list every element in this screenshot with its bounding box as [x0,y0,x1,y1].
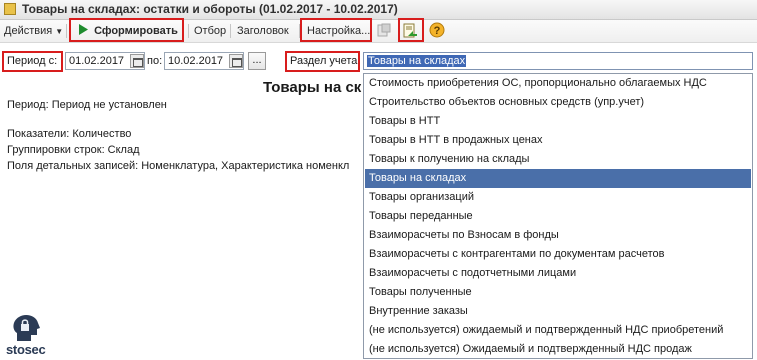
stosec-logo: stosec [4,313,50,360]
dropdown-item[interactable]: Взаиморасчеты с подотчетными лицами [365,264,751,283]
filter-button[interactable]: Отбор [194,22,226,40]
toolbar-separator [230,24,231,38]
toolbar-separator [66,24,67,38]
dropdown-item[interactable]: Товары в НТТ в продажных ценах [365,131,751,150]
dropdown-arrow-icon: ▼ [55,27,64,36]
window-titlebar: Товары на складах: остатки и обороты (01… [0,0,757,20]
date-from-value: 01.02.2017 [69,55,125,67]
report-period-line: Период: Период не установлен [7,99,167,111]
actions-menu-label: Действия [4,25,53,37]
dropdown-item[interactable]: Строительство объектов основных средств … [365,93,751,112]
dropdown-item[interactable]: (не используется) ожидаемый и подтвержде… [365,321,751,340]
highlight-section-label [285,51,360,72]
calendar-icon[interactable] [130,54,144,68]
highlight-generate [69,18,184,42]
dropdown-item[interactable]: Взаиморасчеты по Взносам в фонды [365,226,751,245]
toolbar-separator [188,24,189,38]
calendar-icon[interactable] [229,54,243,68]
report-window-icon [4,3,16,15]
report-title: Товары на ск [263,79,362,96]
date-to-value: 10.02.2017 [168,55,224,67]
actions-menu[interactable]: Действия ▼ [4,22,63,40]
head-lock-icon [13,315,40,341]
section-select[interactable]: Товары на складах [363,52,753,70]
report-area: Товары на ск Период: Период не установле… [0,77,362,360]
highlight-restore [398,18,424,42]
save-settings-icon[interactable] [377,23,391,41]
highlight-period-label [2,51,63,72]
dropdown-item[interactable]: Товары полученные [365,283,751,302]
dropdown-item[interactable]: Товары к получению на склады [365,150,751,169]
section-select-value: Товары на складах [367,55,467,67]
dropdown-item[interactable]: (не используется) Ожидаемый и подтвержде… [365,340,751,358]
dropdown-item[interactable]: Товары в НТТ [365,112,751,131]
dropdown-item[interactable]: Взаиморасчеты с контрагентами по докумен… [365,245,751,264]
period-select-button[interactable]: ... [248,52,266,70]
dropdown-item[interactable]: Стоимость приобретения ОС, пропорциональ… [365,74,751,93]
dropdown-item[interactable]: Товары организаций [365,188,751,207]
logo-text: stosec [6,342,46,357]
dropdown-item[interactable]: Товары переданные [365,207,751,226]
report-grouping-line: Группировки строк: Склад [7,144,140,156]
report-detail-line: Поля детальных записей: Номенклатура, Ха… [7,160,350,172]
report-parameters: Период с: 01.02.2017 по: 10.02.2017 ... … [0,47,757,73]
report-indicators-line: Показатели: Количество [7,128,132,140]
window-title: Товары на складах: остатки и обороты (01… [22,2,398,16]
dropdown-item-selected[interactable]: Товары на складах [365,169,751,188]
dropdown-item[interactable]: Внутренние заказы [365,302,751,321]
to-label: по: [147,55,163,67]
section-dropdown-list[interactable]: Стоимость приобретения ОС, пропорциональ… [363,73,753,359]
svg-text:?: ? [434,25,441,37]
header-button[interactable]: Заголовок [237,22,289,40]
highlight-settings [300,18,372,42]
help-icon[interactable]: ? [429,22,445,40]
